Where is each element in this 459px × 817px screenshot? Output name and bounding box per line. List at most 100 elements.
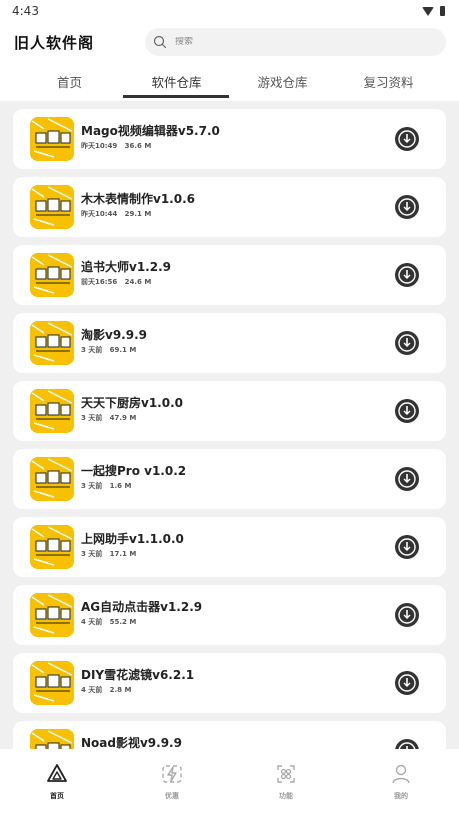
download-icon xyxy=(395,399,419,423)
download-icon xyxy=(395,671,419,695)
list-item[interactable]: 追书大师v1.2.9 前天16:56 24.6 M xyxy=(13,245,446,305)
status-time: 4:43 xyxy=(12,4,39,18)
app-time: 3 天前 xyxy=(81,346,103,354)
list-item[interactable]: DIY雪花滤镜v6.2.1 4 天前 2.8 M xyxy=(13,653,446,713)
list-item[interactable]: Noad影视v9.9.9 xyxy=(13,721,446,749)
app-name: AG自动点击器v1.2.9 xyxy=(81,600,203,614)
app-size: 29.1 M xyxy=(124,210,152,218)
bottom-nav: 首页 优惠 功能 我的 xyxy=(0,749,459,817)
nav-label: 功能 xyxy=(279,792,293,800)
download-button[interactable] xyxy=(394,262,420,288)
nav-label: 优惠 xyxy=(165,792,179,800)
app-meta: 3 天前 1.6 M xyxy=(81,481,131,491)
tab-home[interactable]: 首页 xyxy=(17,72,122,91)
download-button[interactable] xyxy=(394,398,420,424)
status-icons xyxy=(422,6,445,16)
app-icon xyxy=(30,661,74,705)
app-meta: 3 天前 47.9 M xyxy=(81,413,136,423)
nav-deals[interactable]: 优惠 xyxy=(137,763,207,801)
app-time: 前天16:56 xyxy=(81,278,118,286)
app-title: 旧人软件阁 xyxy=(14,33,95,52)
download-button[interactable] xyxy=(394,194,420,220)
app-size: 24.6 M xyxy=(124,278,152,286)
download-icon xyxy=(395,331,419,355)
download-button[interactable] xyxy=(394,126,420,152)
app-size: 17.1 M xyxy=(109,550,137,558)
home-triangle-icon xyxy=(47,764,67,782)
tab-software-repo[interactable]: 软件仓库 xyxy=(124,72,229,91)
app-header: 旧人软件阁 xyxy=(0,26,459,58)
app-time: 4 天前 xyxy=(81,686,103,694)
nav-profile[interactable]: 我的 xyxy=(366,763,436,801)
app-meta: 3 天前 69.1 M xyxy=(81,345,136,355)
app-icon xyxy=(30,185,74,229)
list-item[interactable]: 天天下厨房v1.0.0 3 天前 47.9 M xyxy=(13,381,446,441)
app-icon xyxy=(30,729,74,749)
app-icon xyxy=(30,117,74,161)
download-icon xyxy=(395,467,419,491)
app-name: 木木表情制作v1.0.6 xyxy=(81,192,195,206)
battery-icon xyxy=(440,6,445,16)
nav-features[interactable]: 功能 xyxy=(251,763,321,801)
app-icon xyxy=(30,253,74,297)
download-button[interactable] xyxy=(394,670,420,696)
tab-study-materials[interactable]: 复习资料 xyxy=(336,72,441,91)
download-button[interactable] xyxy=(394,602,420,628)
app-name: DIY雪花滤镜v6.2.1 xyxy=(81,668,195,682)
search-icon xyxy=(153,35,167,49)
download-icon xyxy=(395,739,419,749)
nav-label: 首页 xyxy=(50,792,64,800)
app-meta: 昨天10:44 29.1 M xyxy=(81,209,151,219)
app-icon xyxy=(30,321,74,365)
list-item[interactable]: Mago视频编辑器v5.7.0 昨天10:49 36.6 M xyxy=(13,109,446,169)
app-name: 追书大师v1.2.9 xyxy=(81,260,171,274)
app-time: 昨天10:49 xyxy=(81,142,118,150)
download-button[interactable] xyxy=(394,534,420,560)
app-time: 3 天前 xyxy=(81,482,103,490)
list-item[interactable]: 上网助手v1.1.0.0 3 天前 17.1 M xyxy=(13,517,446,577)
search-input[interactable] xyxy=(175,37,415,47)
app-meta: 前天16:56 24.6 M xyxy=(81,277,151,287)
download-button[interactable] xyxy=(394,738,420,749)
app-icon xyxy=(30,593,74,637)
app-size: 2.8 M xyxy=(109,686,132,694)
app-icon xyxy=(30,389,74,433)
app-name: 一起搜Pro v1.0.2 xyxy=(81,464,187,478)
app-meta: 4 天前 2.8 M xyxy=(81,685,131,695)
app-name: 上网助手v1.1.0.0 xyxy=(81,532,184,546)
app-list[interactable]: Mago视频编辑器v5.7.0 昨天10:49 36.6 M 木木表情制作v1.… xyxy=(0,101,459,749)
list-item[interactable]: AG自动点击器v1.2.9 4 天前 55.2 M xyxy=(13,585,446,645)
app-size: 47.9 M xyxy=(109,414,137,422)
lightning-icon xyxy=(162,765,182,783)
app-name: Mago视频编辑器v5.7.0 xyxy=(81,124,220,138)
app-time: 昨天10:44 xyxy=(81,210,118,218)
active-tab-indicator xyxy=(123,95,229,98)
download-button[interactable] xyxy=(394,330,420,356)
download-button[interactable] xyxy=(394,466,420,492)
app-size: 69.1 M xyxy=(109,346,137,354)
download-icon xyxy=(395,535,419,559)
list-item[interactable]: 一起搜Pro v1.0.2 3 天前 1.6 M xyxy=(13,449,446,509)
tab-game-repo[interactable]: 游戏仓库 xyxy=(230,72,335,91)
list-item[interactable]: 木木表情制作v1.0.6 昨天10:44 29.1 M xyxy=(13,177,446,237)
download-icon xyxy=(395,195,419,219)
app-meta: 4 天前 55.2 M xyxy=(81,617,136,627)
nav-home[interactable]: 首页 xyxy=(22,763,92,801)
wifi-icon xyxy=(422,6,434,16)
download-icon xyxy=(395,127,419,151)
app-name: 天天下厨房v1.0.0 xyxy=(81,396,183,410)
app-size: 1.6 M xyxy=(109,482,132,490)
user-icon xyxy=(392,764,410,784)
app-size: 36.6 M xyxy=(124,142,152,150)
app-time: 3 天前 xyxy=(81,550,103,558)
app-icon xyxy=(30,457,74,501)
list-item[interactable]: 淘影v9.9.9 3 天前 69.1 M xyxy=(13,313,446,373)
app-name: Noad影视v9.9.9 xyxy=(81,736,182,749)
download-icon xyxy=(395,603,419,627)
app-meta: 3 天前 17.1 M xyxy=(81,549,136,559)
search-box[interactable] xyxy=(145,28,446,56)
app-time: 4 天前 xyxy=(81,618,103,626)
tab-bar: 首页 软件仓库 游戏仓库 复习资料 xyxy=(0,64,459,98)
app-meta: 昨天10:49 36.6 M xyxy=(81,141,151,151)
grid-features-icon xyxy=(277,765,295,783)
